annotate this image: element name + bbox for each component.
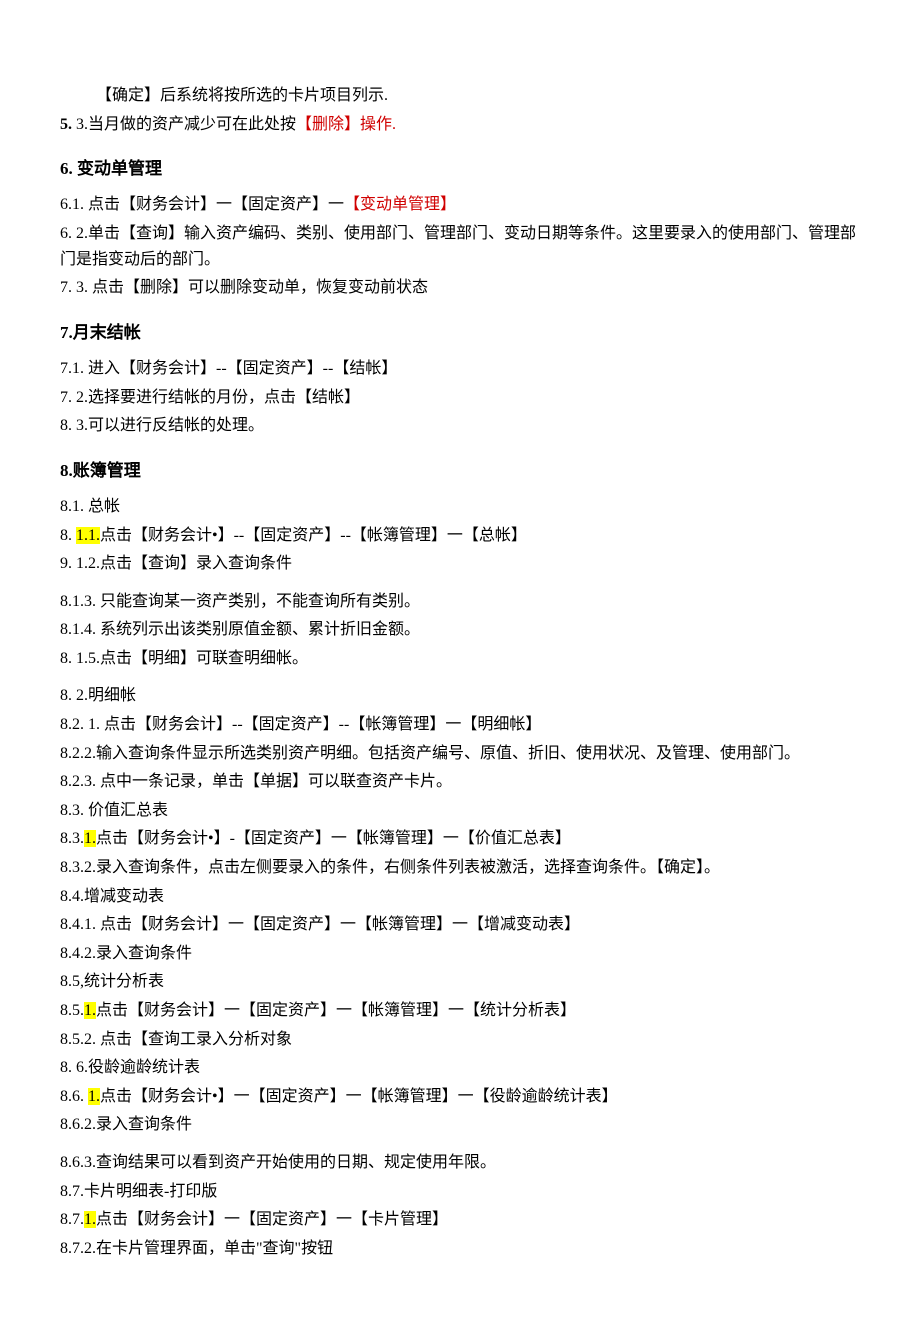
text-line: 8.6.3.查询结果可以看到资产开始使用的日期、规定使用年限。 xyxy=(60,1150,860,1176)
text: 点击【财务会计】一【固定资产】一【帐簿管理】一【统计分析表】 xyxy=(96,1002,576,1019)
text-line: 8.7.1.点击【财务会计】一【固定资产】一【卡片管理】 xyxy=(60,1207,860,1233)
heading-8: 8.账簿管理 xyxy=(60,457,860,484)
text: 点击【财务会计•】一【固定资产】一【帐簿管理】一【役龄逾龄统计表】 xyxy=(100,1088,618,1105)
text: 点击【财务会计】一【固定资产】一【卡片管理】 xyxy=(96,1211,448,1228)
text-line: 8.1. 总帐 xyxy=(60,494,860,520)
text: 8. xyxy=(60,527,76,544)
text-line: 8.5,统计分析表 xyxy=(60,969,860,995)
text-line: 8.2. 1. 点击【财务会计】--【固定资产】--【帐簿管理】一【明细帐】 xyxy=(60,712,860,738)
text: 8.5. xyxy=(60,1002,84,1019)
text-line: 7. 2.选择要进行结帐的月份，点击【结帐】 xyxy=(60,385,860,411)
highlight-text: 1. xyxy=(84,1002,96,1019)
text-line: 6. 2.单击【查询】输入资产编码、类别、使用部门、管理部门、变动日期等条件。这… xyxy=(60,221,860,272)
wrapped-text: 6. 2.单击【查询】输入资产编码、类别、使用部门、管理部门、变动日期等条件。这… xyxy=(60,221,860,272)
text: 点击【财务会计•】-【固定资产】一【帐簿管理】一【价值汇总表】 xyxy=(96,830,571,847)
text-line: 9. 1.2.点击【查询】录入查询条件 xyxy=(60,551,860,577)
text-line: 8.4.1. 点击【财务会计】一【固定资产】一【帐簿管理】一【增减变动表】 xyxy=(60,912,860,938)
text: 8.3. xyxy=(60,830,84,847)
text-line: 6.1. 点击【财务会计】一【固定资产】一【变动单管理】 xyxy=(60,192,860,218)
text-line: 8. 6.役龄逾龄统计表 xyxy=(60,1055,860,1081)
text-line: 8.2.3. 点中一条记录，单击【单据】可以联查资产卡片。 xyxy=(60,769,860,795)
text-line: 8.5.2. 点击【查询工录入分析对象 xyxy=(60,1027,860,1053)
text: 8.7. xyxy=(60,1211,84,1228)
text-line: 8. 1.1.点击【财务会计•】--【固定资产】--【帐簿管理】一【总帐】 xyxy=(60,523,860,549)
text-line: 8.6.2.录入查询条件 xyxy=(60,1112,860,1138)
text-line: 8.3.2.录入查询条件，点击左侧要录入的条件，右侧条件列表被激活，选择查询条件… xyxy=(60,855,860,881)
text-line: 8. 2.明细帐 xyxy=(60,683,860,709)
text: 6.1. 点击【财务会计】一【固定资产】一 xyxy=(60,196,344,213)
highlight-text: 1. xyxy=(84,1211,96,1228)
text-line: 8.3.1.点击【财务会计•】-【固定资产】一【帐簿管理】一【价值汇总表】 xyxy=(60,826,860,852)
text-line: 8.1.4. 系统列示出该类别原值金额、累计折旧金额。 xyxy=(60,617,860,643)
text-line: 7.1. 进入【财务会计】--【固定资产】--【结帐】 xyxy=(60,356,860,382)
text-line: 8.5.1.点击【财务会计】一【固定资产】一【帐簿管理】一【统计分析表】 xyxy=(60,998,860,1024)
text-line: 5. 3.当月做的资产减少可在此处按【删除】操作. xyxy=(60,112,860,138)
heading-6: 6. 变动单管理 xyxy=(60,155,860,182)
highlight-text: 1. xyxy=(88,1088,100,1105)
red-text: 操作. xyxy=(360,116,396,133)
text-line: 8.6. 1.点击【财务会计•】一【固定资产】一【帐簿管理】一【役龄逾龄统计表】 xyxy=(60,1084,860,1110)
text-line: 8.4.2.录入查询条件 xyxy=(60,941,860,967)
text-line: 8.7.卡片明细表-打印版 xyxy=(60,1179,860,1205)
text-line: 【确定】后系统将按所选的卡片项目列示. xyxy=(60,83,860,109)
text-line: 8.4.增减变动表 xyxy=(60,884,860,910)
red-text: 【删除】 xyxy=(296,116,360,133)
text-line: 8.7.2.在卡片管理界面，单击"查询"按钮 xyxy=(60,1236,860,1262)
text: 点击【财务会计•】--【固定资产】--【帐簿管理】一【总帐】 xyxy=(100,527,527,544)
highlight-text: 1. xyxy=(84,830,96,847)
text-line: 8. 1.5.点击【明细】可联查明细帐。 xyxy=(60,646,860,672)
text-line: 8. 3.可以进行反结帐的处理。 xyxy=(60,413,860,439)
highlight-text: 1.1. xyxy=(76,527,100,544)
heading-7: 7.月末结帐 xyxy=(60,319,860,346)
text-line: 8.2.2.输入查询条件显示所选类别资产明细。包括资产编号、原值、折旧、使用状况… xyxy=(60,741,860,767)
text-line: 7. 3. 点击【删除】可以删除变动单，恢复变动前状态 xyxy=(60,275,860,301)
text: 8.6. xyxy=(60,1088,88,1105)
text: 3.当月做的资产减少可在此处按 xyxy=(72,116,296,133)
text-line: 8.1.3. 只能查询某一资产类别，不能查询所有类别。 xyxy=(60,589,860,615)
text-line: 8.3. 价值汇总表 xyxy=(60,798,860,824)
list-number: 5. xyxy=(60,116,72,133)
red-text: 【变动单管理】 xyxy=(344,196,456,213)
